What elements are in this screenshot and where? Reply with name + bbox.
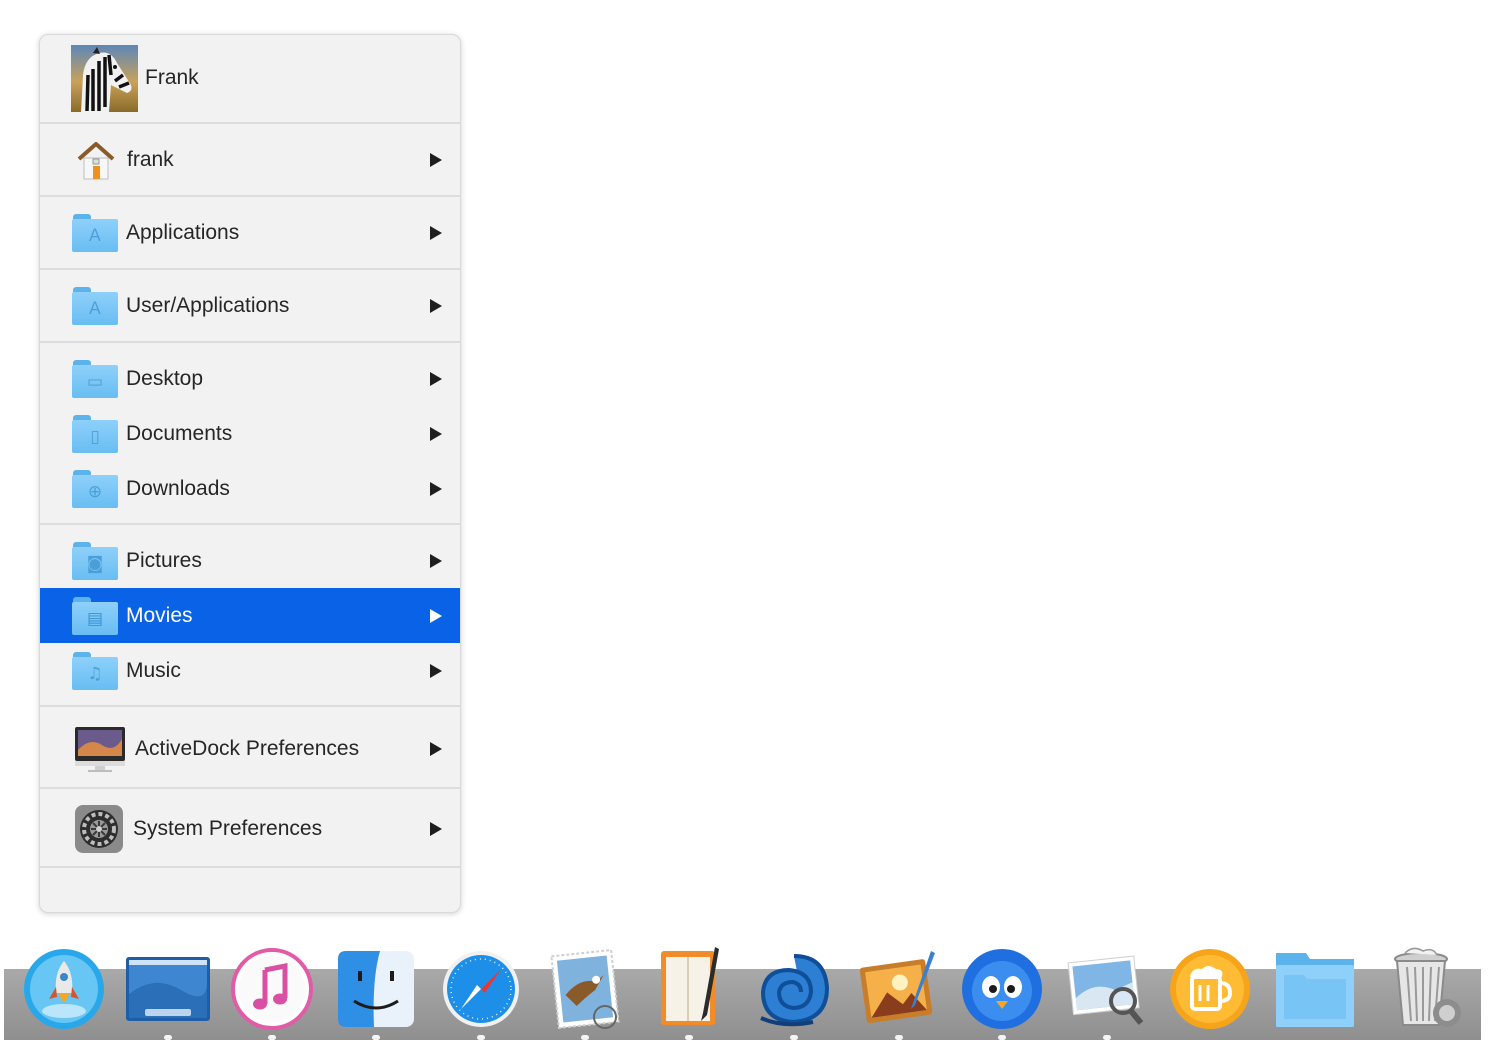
activedock-menu: Frank frank Ａ Applications Ａ User/Applic… — [39, 34, 461, 913]
submenu-arrow-icon — [430, 608, 442, 623]
submenu-arrow-icon — [430, 153, 442, 167]
launchpad-icon[interactable] — [21, 946, 107, 1032]
separator — [40, 787, 460, 789]
submenu-arrow-icon — [430, 226, 442, 240]
separator — [40, 523, 460, 525]
running-indicator — [998, 1035, 1006, 1040]
finder-icon[interactable] — [333, 946, 419, 1032]
tweetbot-icon[interactable] — [959, 946, 1045, 1032]
menu-item-label: ActiveDock Preferences — [135, 737, 360, 760]
preview-icon[interactable] — [1064, 946, 1150, 1032]
desktop-folder-icon: ▭ — [72, 359, 118, 398]
applications-folder-icon: Ａ — [72, 214, 118, 252]
trash-icon[interactable] — [1381, 946, 1467, 1032]
menu-item-label: Pictures — [126, 548, 202, 572]
separator — [40, 195, 460, 197]
menu-item-system-preferences[interactable]: System Preferences — [40, 797, 460, 861]
running-indicator — [372, 1035, 380, 1040]
submenu-arrow-icon — [430, 822, 442, 836]
desktop-icon[interactable] — [125, 946, 211, 1032]
running-indicator — [164, 1035, 172, 1040]
running-indicator — [477, 1035, 485, 1040]
menu-item-label: frank — [127, 148, 174, 171]
submenu-arrow-icon — [430, 742, 442, 756]
running-indicator — [268, 1035, 276, 1040]
separator — [40, 705, 460, 707]
menu-item-label: System Preferences — [133, 817, 323, 840]
running-indicator — [685, 1035, 693, 1040]
menu-item-label: Documents — [126, 421, 233, 445]
separator — [40, 866, 460, 868]
menu-item-label: Desktop — [126, 366, 204, 390]
menu-item-downloads[interactable]: ⊕ Downloads — [40, 461, 460, 516]
submenu-arrow-icon — [430, 371, 442, 386]
nautilus-app-icon[interactable] — [751, 946, 837, 1032]
menu-item-label: Music — [126, 658, 181, 682]
menu-item-desktop[interactable]: ▭ Desktop — [40, 351, 460, 406]
downloads-folder-icon: ⊕ — [72, 469, 118, 508]
submenu-arrow-icon — [430, 426, 442, 441]
home-icon — [75, 139, 117, 181]
running-indicator — [895, 1035, 903, 1040]
imac-icon — [74, 725, 126, 773]
running-indicator — [790, 1035, 798, 1040]
user-name: Frank — [145, 66, 199, 89]
menu-item-pictures[interactable]: ◙ Pictures — [40, 533, 460, 588]
photo-editor-icon[interactable] — [856, 946, 942, 1032]
safari-icon[interactable] — [438, 946, 524, 1032]
submenu-arrow-icon — [430, 663, 442, 678]
menu-item-home[interactable]: frank — [40, 130, 460, 190]
separator — [40, 122, 460, 124]
menu-item-label: Downloads — [126, 476, 230, 500]
separator — [40, 268, 460, 270]
user-header[interactable]: Frank — [40, 43, 460, 113]
running-indicator — [581, 1035, 589, 1040]
beer-app-icon[interactable] — [1167, 946, 1253, 1032]
submenu-arrow-icon — [430, 481, 442, 496]
notes-icon[interactable] — [646, 946, 732, 1032]
folder-icon[interactable] — [1272, 946, 1358, 1032]
menu-item-user-applications[interactable]: Ａ User/Applications — [40, 276, 460, 336]
dock — [4, 969, 1481, 1040]
menu-item-label: User/Applications — [126, 294, 290, 317]
mail-icon[interactable] — [542, 946, 628, 1032]
menu-item-documents[interactable]: ▯ Documents — [40, 406, 460, 461]
system-preferences-icon — [74, 804, 124, 854]
separator — [40, 341, 460, 343]
menu-item-movies[interactable]: ▤ Movies — [40, 588, 460, 643]
menu-item-music[interactable]: ♫ Music — [40, 643, 460, 698]
music-folder-icon: ♫ — [72, 651, 118, 690]
menu-item-activedock-preferences[interactable]: ActiveDock Preferences — [40, 715, 460, 783]
documents-folder-icon: ▯ — [72, 414, 118, 453]
user-avatar — [71, 44, 138, 112]
running-indicator — [1103, 1035, 1111, 1040]
menu-item-label: Applications — [126, 221, 240, 244]
submenu-arrow-icon — [430, 299, 442, 313]
menu-item-label: Movies — [126, 603, 193, 627]
movies-folder-icon: ▤ — [72, 596, 118, 635]
pictures-folder-icon: ◙ — [72, 541, 118, 580]
submenu-arrow-icon — [430, 553, 442, 568]
applications-folder-icon: Ａ — [72, 287, 118, 325]
itunes-icon[interactable] — [229, 946, 315, 1032]
menu-item-applications[interactable]: Ａ Applications — [40, 203, 460, 263]
